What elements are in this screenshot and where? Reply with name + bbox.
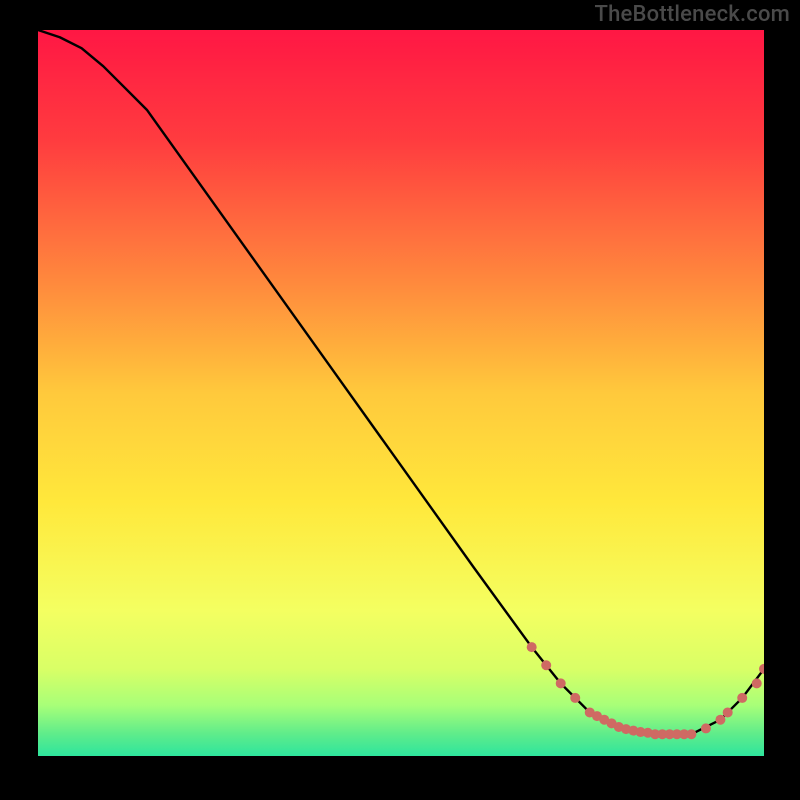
chart-svg xyxy=(38,30,764,756)
marker-dot xyxy=(723,707,733,717)
marker-dot xyxy=(686,729,696,739)
marker-dot xyxy=(556,678,566,688)
chart-plot-area xyxy=(38,30,764,756)
marker-dot xyxy=(570,693,580,703)
chart-frame: TheBottleneck.com xyxy=(0,0,800,800)
marker-dot xyxy=(715,715,725,725)
marker-dot xyxy=(541,660,551,670)
marker-dot xyxy=(527,642,537,652)
watermark-label: TheBottleneck.com xyxy=(595,2,790,27)
chart-background xyxy=(38,30,764,756)
marker-dot xyxy=(737,693,747,703)
marker-dot xyxy=(701,723,711,733)
marker-dot xyxy=(752,678,762,688)
